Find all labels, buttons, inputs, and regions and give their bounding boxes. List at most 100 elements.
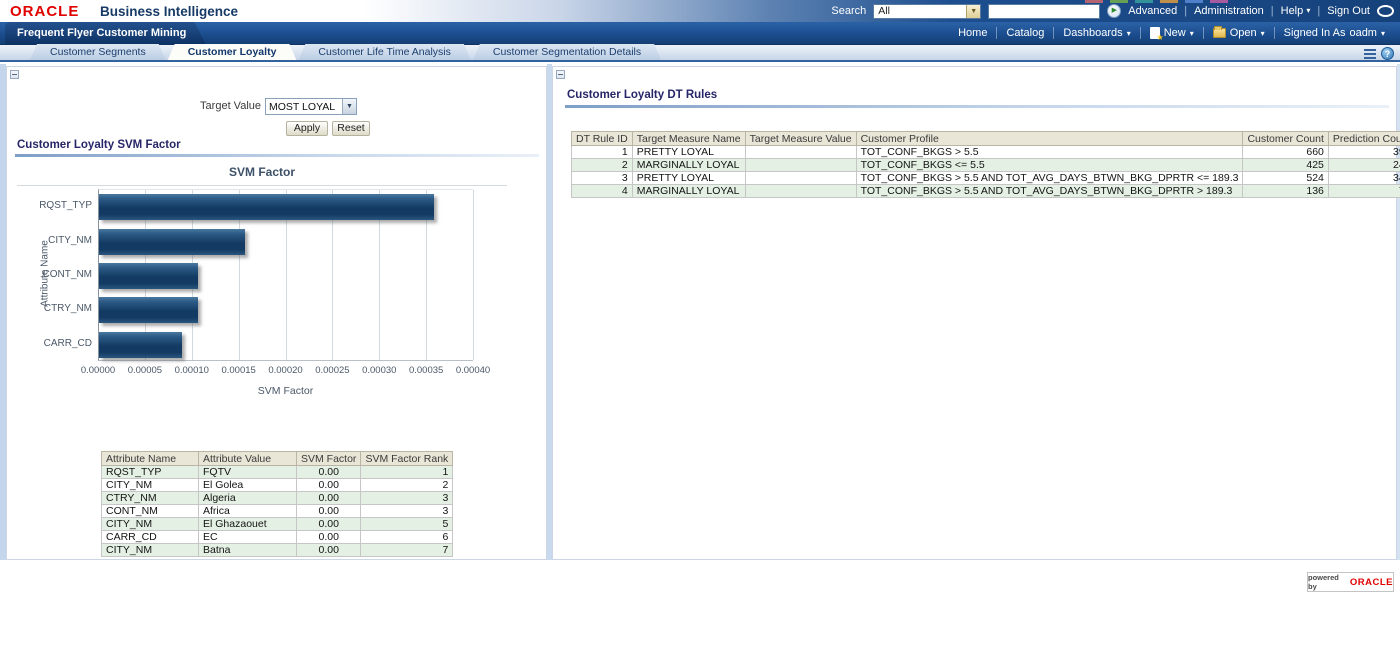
target-value-select[interactable]: MOST LOYAL ▼ <box>265 98 357 115</box>
signed-in-user: oadm <box>1349 27 1377 39</box>
table-cell: TOT_CONF_BKGS > 5.5 AND TOT_AVG_DAYS_BTW… <box>856 172 1243 185</box>
y-category-label: CARR_CD <box>14 338 92 349</box>
table-cell: PRETTY LOYAL <box>632 172 745 185</box>
x-tick-label: 0.00010 <box>167 365 217 376</box>
powered-by-badge: powered by ORACLE <box>1307 572 1394 592</box>
tab-customer-life-time-analysis[interactable]: Customer Life Time Analysis <box>298 44 470 60</box>
help-icon[interactable]: ? <box>1381 47 1394 60</box>
table-cell: 425 <box>1243 159 1328 172</box>
table-cell <box>745 146 856 159</box>
table-cell: CTRY_NM <box>102 492 199 505</box>
global-search-bar: Search All ▼ ▶ Advanced | Administration… <box>831 0 1394 22</box>
table-cell: El Ghazaouet <box>199 518 297 531</box>
x-tick-label: 0.00005 <box>120 365 170 376</box>
table-row: CITY_NMEl Golea0.002 <box>102 479 453 492</box>
section-underline <box>565 105 1389 108</box>
table-cell: 1 <box>572 146 633 159</box>
data-table: DT Rule IDTarget Measure NameTarget Meas… <box>571 131 1400 198</box>
table-cell: El Golea <box>199 479 297 492</box>
page-options-icon[interactable] <box>1364 49 1376 59</box>
table-cell: 2 <box>572 159 633 172</box>
help-menu[interactable]: Help ▾ <box>1281 5 1311 17</box>
chart-bar <box>99 263 198 289</box>
catalog-link[interactable]: Catalog <box>997 27 1053 39</box>
table-cell: 136 <box>1243 185 1328 198</box>
chevron-down-icon: ▾ <box>1306 6 1310 15</box>
section-underline <box>15 154 539 157</box>
column-header: Target Measure Value <box>745 132 856 146</box>
page-tab-bar: Customer SegmentsCustomer LoyaltyCustome… <box>0 45 1400 62</box>
separator: | <box>1184 5 1187 17</box>
table-cell: TOT_CONF_BKGS > 5.5 AND TOT_AVG_DAYS_BTW… <box>856 185 1243 198</box>
table-cell: 0.00 <box>297 531 361 544</box>
table-row: RQST_TYPFQTV0.001 <box>102 466 453 479</box>
administration-link[interactable]: Administration <box>1194 5 1264 17</box>
tab-customer-segmentation-details[interactable]: Customer Segmentation Details <box>473 44 661 60</box>
table-cell: TOT_CONF_BKGS > 5.5 <box>856 146 1243 159</box>
table-row: 2MARGINALLY LOYALTOT_CONF_BKGS <= 5.5425… <box>572 159 1400 172</box>
tab-customer-loyalty[interactable]: Customer Loyalty <box>168 44 297 60</box>
table-cell: RQST_TYP <box>102 466 199 479</box>
target-value-label: Target Value <box>157 100 261 112</box>
separator: | <box>1271 5 1274 17</box>
table-cell <box>745 185 856 198</box>
folder-icon <box>1213 28 1226 38</box>
apply-button[interactable]: Apply <box>286 121 328 136</box>
new-menu[interactable]: ★New ▾ <box>1141 27 1203 39</box>
table-header-row: DT Rule IDTarget Measure NameTarget Meas… <box>572 132 1400 146</box>
table-row: CITY_NMBatna0.007 <box>102 544 453 557</box>
search-scope-select[interactable]: All ▼ <box>873 4 981 19</box>
separator: | <box>1317 5 1320 17</box>
chevron-down-icon[interactable]: ▼ <box>342 99 356 114</box>
table-cell: CONT_NM <box>102 505 199 518</box>
dashboards-menu[interactable]: Dashboards ▾ <box>1054 27 1139 39</box>
table-cell: 3 <box>361 505 453 518</box>
chart-bar <box>99 297 198 323</box>
table-cell: 4 <box>572 185 633 198</box>
table-cell: PRETTY LOYAL <box>632 146 745 159</box>
table-cell: 246 <box>1328 159 1400 172</box>
home-link[interactable]: Home <box>949 27 996 39</box>
y-category-label: CONT_NM <box>14 269 92 280</box>
search-go-icon[interactable]: ▶ <box>1107 4 1121 18</box>
chevron-down-icon[interactable]: ▼ <box>966 5 980 18</box>
search-input[interactable] <box>988 4 1100 19</box>
table-header-row: Attribute NameAttribute ValueSVM FactorS… <box>102 452 453 466</box>
table-cell: CITY_NM <box>102 544 199 557</box>
collapse-icon[interactable] <box>556 70 565 79</box>
collapse-icon[interactable] <box>10 70 19 79</box>
x-axis-label: SVM Factor <box>98 385 473 397</box>
table-cell: 73 <box>1328 185 1400 198</box>
chart-bar <box>99 229 245 255</box>
signed-in-menu[interactable]: Signed In As oadm ▾ <box>1275 27 1394 39</box>
powered-by-text: powered by <box>1308 573 1346 591</box>
table-cell: 3 <box>361 492 453 505</box>
search-scope-value: All <box>874 5 966 17</box>
column-header: Target Measure Name <box>632 132 745 146</box>
table-cell: 660 <box>1243 146 1328 159</box>
page-tabs: Customer SegmentsCustomer LoyaltyCustome… <box>30 44 661 60</box>
table-cell: EC <box>199 531 297 544</box>
table-row: CONT_NMAfrica0.003 <box>102 505 453 518</box>
reset-button[interactable]: Reset <box>332 121 370 136</box>
sign-out-link[interactable]: Sign Out <box>1327 5 1370 17</box>
gridline <box>473 190 474 360</box>
column-header: Attribute Value <box>199 452 297 466</box>
table-cell: Batna <box>199 544 297 557</box>
column-header: Attribute Name <box>102 452 199 466</box>
svm-factor-table: Attribute NameAttribute ValueSVM FactorS… <box>101 451 453 557</box>
column-header: Customer Profile <box>856 132 1243 146</box>
open-menu[interactable]: Open ▾ <box>1204 27 1274 39</box>
dashboard-tab[interactable]: Frequent Flyer Customer Mining <box>5 22 206 45</box>
tab-customer-segments[interactable]: Customer Segments <box>30 44 166 60</box>
advanced-link[interactable]: Advanced <box>1128 5 1177 17</box>
x-tick-label: 0.00020 <box>261 365 311 376</box>
table-cell: Africa <box>199 505 297 518</box>
feedback-bubble-icon[interactable] <box>1377 5 1394 17</box>
data-table: Attribute NameAttribute ValueSVM FactorS… <box>101 451 453 557</box>
x-tick-label: 0.00000 <box>73 365 123 376</box>
table-cell: CITY_NM <box>102 479 199 492</box>
table-cell: TOT_CONF_BKGS <= 5.5 <box>856 159 1243 172</box>
navbar-links: Home Catalog Dashboards ▾ ★New ▾ Open ▾ … <box>949 22 1394 44</box>
oracle-logo: ORACLE <box>10 3 79 20</box>
